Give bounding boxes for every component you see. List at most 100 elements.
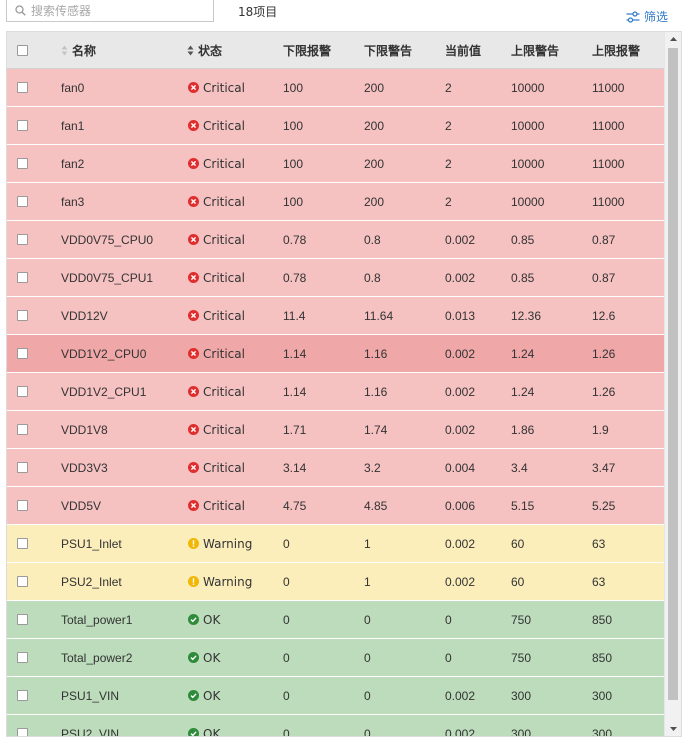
row-checkbox[interactable] [17,272,28,283]
row-checkbox[interactable] [17,462,28,473]
table-row[interactable]: Total_power1 OK 0 0 0 750 850 [7,601,664,639]
scroll-up-arrow-icon[interactable] [665,32,681,46]
row-checkbox[interactable] [17,500,28,511]
sensor-name: VDD3V3 [61,460,108,475]
row-checkbox[interactable] [17,348,28,359]
table-row[interactable]: VDD3V3 Critical 3.14 3.2 0.004 3.4 3.47 [7,449,664,487]
column-header-name[interactable]: 名称 [61,32,96,68]
row-checkbox[interactable] [17,690,28,701]
upper-warning-value: 60 [511,574,525,589]
sensor-name: fan2 [61,156,85,171]
sensor-name: VDD5V [61,498,102,513]
row-checkbox[interactable] [17,386,28,397]
vertical-scrollbar[interactable] [664,32,681,736]
column-header-name-label: 名称 [72,43,97,58]
select-all-checkbox[interactable] [17,44,28,56]
table-row[interactable]: VDD1V8 Critical 1.71 1.74 0.002 1.86 1.9 [7,411,664,449]
lower-warning-value: 0 [364,688,371,703]
row-checkbox[interactable] [17,538,28,549]
row-checkbox[interactable] [17,614,28,625]
table-row[interactable]: PSU1_Inlet Warning 0 1 0.002 60 63 [7,525,664,563]
search-box[interactable] [6,0,214,22]
status-badge: Critical [188,69,245,106]
row-checkbox[interactable] [17,310,28,321]
lower-critical-value: 100 [283,80,304,95]
column-header-upper-warning: 上限警告 [511,43,560,58]
upper-warning-value: 1.86 [511,422,535,437]
upper-warning-value: 5.15 [511,498,535,513]
search-icon [15,5,26,16]
sensor-name: fan3 [61,194,85,209]
upper-critical-value: 300 [592,726,613,737]
upper-warning-value: 750 [511,612,532,627]
filter-label: 筛选 [644,10,669,24]
lower-critical-value: 1.14 [283,384,307,399]
ok-status-icon [188,614,199,625]
current-value: 2 [445,194,452,209]
row-checkbox[interactable] [17,82,28,93]
item-count: 18项目 [238,5,278,19]
table-row[interactable]: fan0 Critical 100 200 2 10000 11000 [7,69,664,107]
row-checkbox[interactable] [17,576,28,587]
table-row[interactable]: PSU2_Inlet Warning 0 1 0.002 60 63 [7,563,664,601]
lower-critical-value: 0 [283,650,290,665]
table-row[interactable]: VDD1V2_CPU0 Critical 1.14 1.16 0.002 1.24 1.26 [7,335,664,373]
upper-critical-value: 1.26 [592,384,616,399]
table-row[interactable]: VDD1V2_CPU1 Critical 1.14 1.16 0.002 1.24 1.26 [7,373,664,411]
upper-warning-value: 300 [511,688,532,703]
status-text: OK [203,688,221,703]
filter-button[interactable]: 筛选 [626,8,668,25]
upper-critical-value: 11000 [592,118,625,133]
upper-critical-value: 63 [592,536,606,551]
row-checkbox[interactable] [17,234,28,245]
column-header-lower-critical: 下限报警 [283,43,332,58]
upper-critical-value: 0.87 [592,232,616,247]
current-value: 0 [445,650,452,665]
current-value: 0.004 [445,460,476,475]
sensor-name: VDD0V75_CPU1 [61,270,154,285]
table-row[interactable]: fan2 Critical 100 200 2 10000 11000 [7,145,664,183]
table-row[interactable]: fan1 Critical 100 200 2 10000 11000 [7,107,664,145]
upper-warning-value: 0.85 [511,270,535,285]
status-text: Critical [203,346,245,361]
upper-critical-value: 11000 [592,156,625,171]
table-row[interactable]: Total_power2 OK 0 0 0 750 850 [7,639,664,677]
ok-status-icon [188,728,199,736]
sort-icon [61,45,68,55]
sort-icon [187,45,194,55]
current-value: 0.002 [445,346,476,361]
lower-critical-value: 0 [283,688,290,703]
critical-status-icon [188,310,199,321]
row-checkbox[interactable] [17,728,28,736]
row-checkbox[interactable] [17,158,28,169]
table-row[interactable]: VDD0V75_CPU1 Critical 0.78 0.8 0.002 0.85 0.87 [7,259,664,297]
current-value: 0.002 [445,270,476,285]
row-checkbox[interactable] [17,652,28,663]
scroll-down-arrow-icon[interactable] [665,722,681,736]
table-row[interactable]: VDD0V75_CPU0 Critical 0.78 0.8 0.002 0.85 0.87 [7,221,664,259]
column-header-status[interactable]: 状态 [187,32,222,68]
table-row[interactable]: VDD12V Critical 11.4 11.64 0.013 12.36 12.6 [7,297,664,335]
table-row[interactable]: VDD5V Critical 4.75 4.85 0.006 5.15 5.25 [7,487,664,525]
table-row[interactable]: fan3 Critical 100 200 2 10000 11000 [7,183,664,221]
status-text: Warning [203,574,253,589]
lower-warning-value: 200 [364,118,385,133]
row-checkbox[interactable] [17,424,28,435]
lower-critical-value: 100 [283,194,304,209]
status-badge: Critical [188,183,245,220]
table-row[interactable]: PSU2_VIN OK 0 0 0.002 300 300 [7,715,664,737]
current-value: 0 [445,612,452,627]
filter-icon [626,10,640,23]
row-checkbox[interactable] [17,120,28,131]
lower-warning-value: 1 [364,574,371,589]
upper-critical-value: 11000 [592,194,625,209]
upper-critical-value: 1.26 [592,346,616,361]
current-value: 2 [445,118,452,133]
upper-warning-value: 1.24 [511,346,535,361]
lower-critical-value: 0.78 [283,270,307,285]
status-badge: Critical [188,297,245,334]
search-input[interactable] [31,3,201,18]
row-checkbox[interactable] [17,196,28,207]
scrollbar-thumb[interactable] [668,48,678,700]
table-row[interactable]: PSU1_VIN OK 0 0 0.002 300 300 [7,677,664,715]
